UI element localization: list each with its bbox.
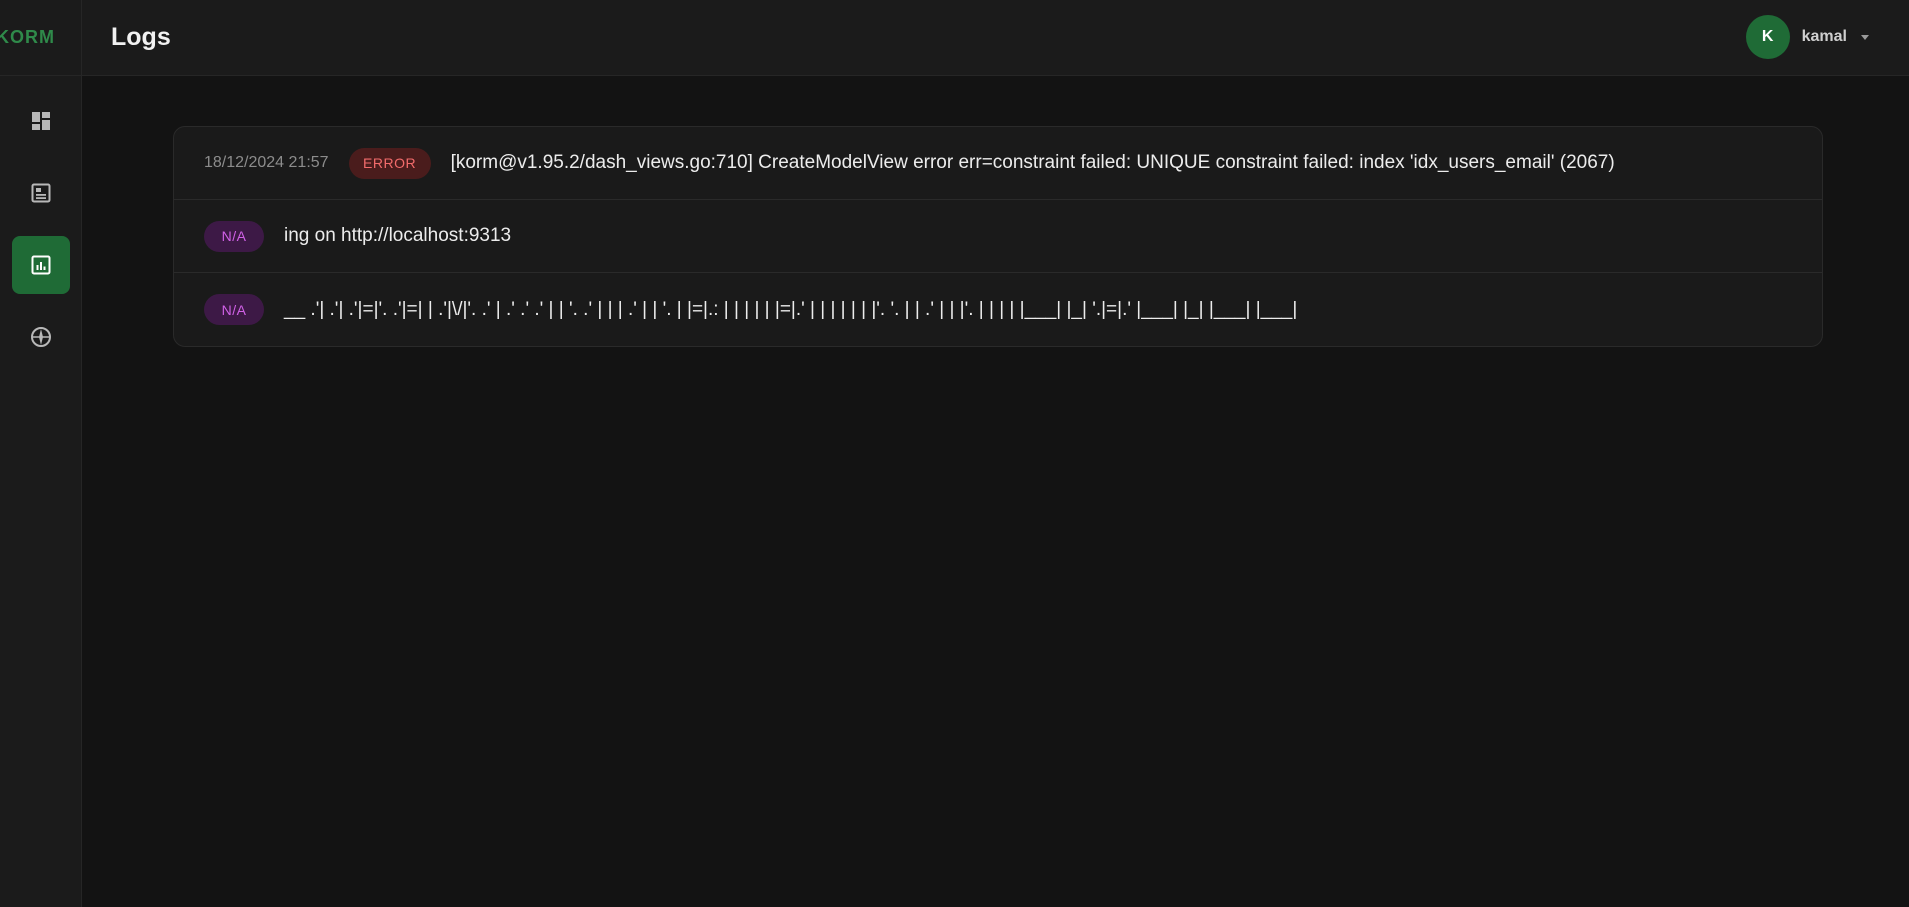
dashboard-icon: [31, 112, 50, 130]
sidebar-item-dashboard[interactable]: [12, 92, 70, 150]
log-timestamp: 18/12/2024 21:57: [204, 154, 329, 171]
log-level-badge: N/A: [204, 294, 264, 325]
compass-icon: [30, 327, 51, 347]
log-level-badge: ERROR: [348, 147, 431, 179]
log-message: __ .'| .'| .'|=|'. .'|=| | .'|\/|'. .' |…: [284, 298, 1298, 320]
tables-icon: [31, 183, 50, 203]
sidebar-nav: [0, 76, 81, 380]
user-name: kamal: [1801, 28, 1847, 45]
log-row: N/A ing on http://localhost:9313: [174, 200, 1822, 273]
log-message: [korm@v1.95.2/dash_views.go:710] CreateM…: [450, 152, 1615, 173]
log-message: ing on http://localhost:9313: [284, 225, 512, 246]
avatar: K: [1745, 15, 1790, 59]
sidebar-item-explore[interactable]: [12, 308, 70, 366]
user-menu[interactable]: K kamal: [1745, 14, 1869, 60]
logs-icon: [31, 255, 50, 275]
sidebar-item-tables[interactable]: [12, 164, 70, 222]
log-level-badge: N/A: [204, 220, 264, 252]
sidebar-item-logs[interactable]: [11, 236, 70, 294]
top-bar: Logs K kamal: [82, 0, 1909, 76]
page-title: Logs: [111, 23, 171, 51]
chevron-down-icon: [1861, 34, 1869, 40]
logs-list: 18/12/2024 21:57 ERROR [korm@v1.95.2/das…: [173, 126, 1823, 347]
log-row: N/A __ .'| .'| .'|=|'. .'|=| | .'|\/|'. …: [174, 273, 1822, 346]
log-row: 18/12/2024 21:57 ERROR [korm@v1.95.2/das…: [174, 127, 1822, 200]
brand-name: KORM: [0, 27, 55, 47]
brand-logo[interactable]: KORM: [0, 0, 81, 76]
sidebar: KORM: [0, 0, 82, 907]
